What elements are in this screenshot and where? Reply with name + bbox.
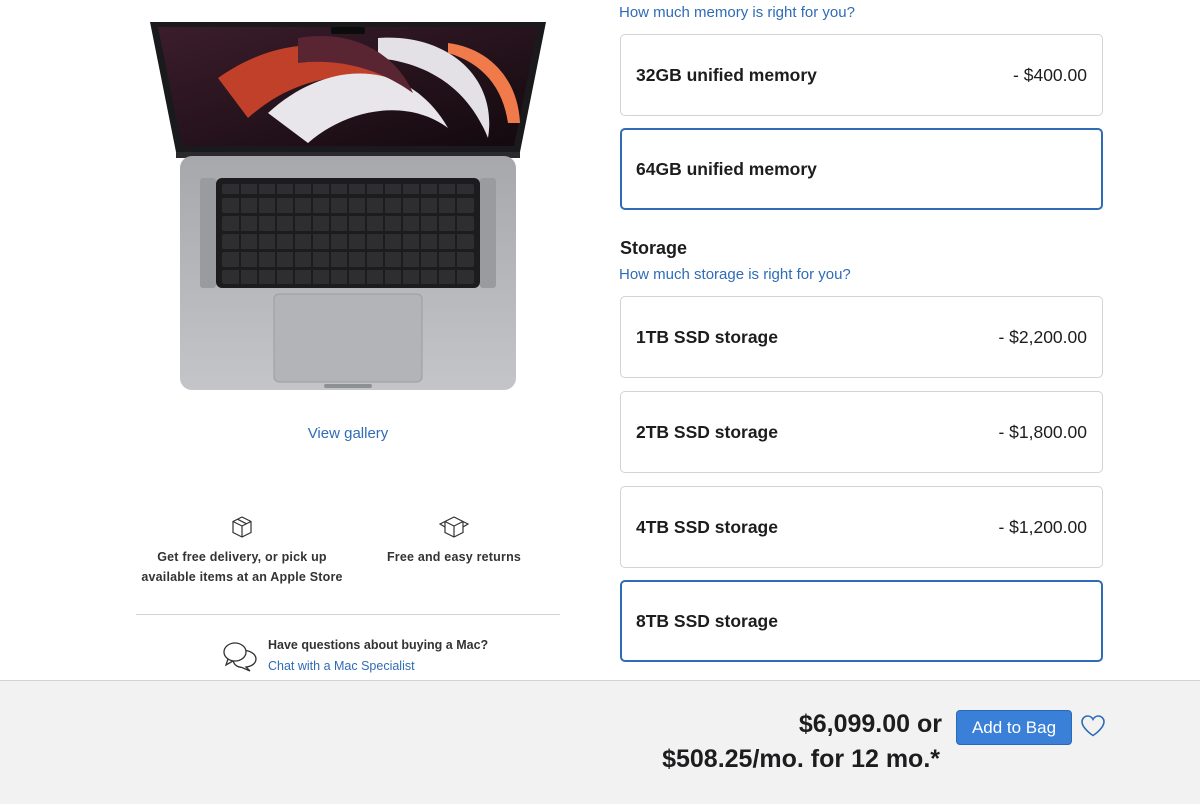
memory-option-64gb[interactable]: 64GB unified memory — [620, 128, 1103, 210]
macbook-pro-image — [150, 22, 546, 390]
storage-heading: Storage — [620, 238, 688, 258]
monthly-price: $508.25/mo. for 12 mo.* — [662, 745, 940, 773]
storage-option-1tb[interactable]: 1TB SSD storage - $2,200.00 — [620, 296, 1103, 378]
box-icon — [232, 516, 252, 538]
delivery-text-line1: Get free delivery, or pick up — [157, 550, 327, 564]
memory-help-link[interactable]: How much memory is right for you? — [619, 4, 855, 21]
option-label: 4TB SSD storage — [636, 516, 778, 537]
chat-bubbles-icon — [223, 642, 257, 672]
option-price: - $2,200.00 — [998, 326, 1087, 347]
divider — [136, 614, 560, 615]
view-gallery-link[interactable]: View gallery — [248, 425, 448, 442]
chat-specialist-link[interactable]: Chat with a Mac Specialist — [268, 659, 415, 673]
add-to-bag-button[interactable]: Add to Bag — [956, 710, 1072, 745]
delivery-text-line2: available items at an Apple Store — [141, 570, 343, 584]
returns-text: Free and easy returns — [386, 550, 522, 564]
option-label: 2TB SSD storage — [636, 421, 778, 442]
option-label: 8TB SSD storage — [636, 610, 778, 631]
option-label: 1TB SSD storage — [636, 326, 778, 347]
storage-option-8tb[interactable]: 8TB SSD storage — [620, 580, 1103, 662]
option-label: 32GB unified memory — [636, 64, 817, 85]
storage-help-link[interactable]: How much storage is right for you? — [619, 266, 851, 283]
storage-option-2tb[interactable]: 2TB SSD storage - $1,800.00 — [620, 391, 1103, 473]
storage-option-4tb[interactable]: 4TB SSD storage - $1,200.00 — [620, 486, 1103, 568]
heart-icon[interactable] — [1080, 714, 1106, 738]
page: View gallery Get free delivery, or pick … — [0, 0, 1200, 804]
option-price: - $400.00 — [1013, 64, 1087, 85]
option-label: 64GB unified memory — [636, 158, 817, 179]
chat-question: Have questions about buying a Mac? — [268, 638, 489, 652]
free-returns-perk: Free and easy returns — [360, 515, 548, 567]
memory-option-32gb[interactable]: 32GB unified memory - $400.00 — [620, 34, 1103, 116]
free-delivery-perk: Get free delivery, or pick up available … — [136, 515, 348, 587]
total-price: $6,099.00 or — [798, 710, 942, 738]
option-price: - $1,200.00 — [998, 516, 1087, 537]
return-box-icon — [439, 516, 469, 538]
option-price: - $1,800.00 — [998, 421, 1087, 442]
